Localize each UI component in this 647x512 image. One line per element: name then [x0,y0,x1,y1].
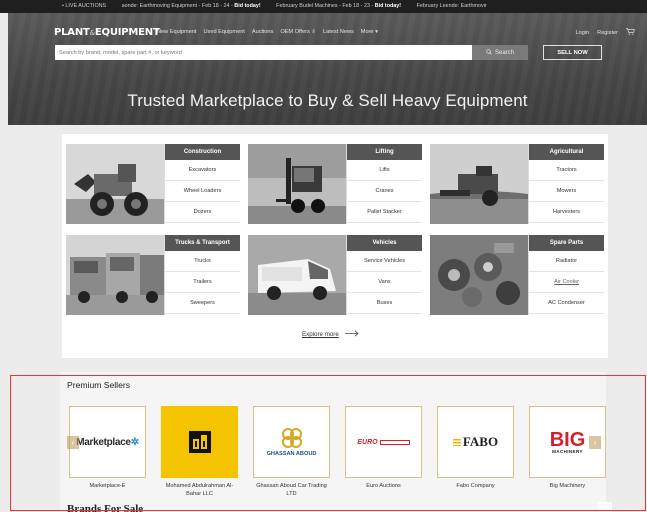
seller-name[interactable]: Big Machinery [528,482,608,490]
premium-sellers-title: Premium Sellers [67,380,131,390]
search-bar: Search SELL NOW [55,45,602,60]
subcategory-link[interactable]: Service Vehicles [347,251,422,272]
chevron-right-icon: › [593,438,597,447]
subcategory-link[interactable]: Lifts [347,160,422,181]
nav-auctions[interactable]: Auctions [252,29,273,35]
lifting-photo[interactable] [248,144,346,224]
subcategory-link[interactable]: Pallet Stacker [347,202,422,223]
seller-name[interactable]: Euro Auctions [344,482,424,490]
subcategory-link[interactable]: AC Condenser [529,293,604,314]
search-icon [486,48,492,57]
subcategory-link[interactable]: Mowers [529,181,604,202]
ticker-item[interactable]: aonde: Earthmoving Equipment - Feb 18 - … [122,3,261,9]
seller-name[interactable]: Fabo Company [436,482,516,490]
category-title[interactable]: Lifting [347,144,422,160]
seller-card[interactable]: EURO Euro Auctions [345,406,422,498]
premium-sellers-carousel: Marketplace✲ Marketplace-E Mohamed Abdul… [69,406,606,498]
agricultural-photo[interactable] [430,144,528,224]
hero-header: PLANT&EQUIPMENT New Equipment Used Equip… [8,13,647,125]
seller-card[interactable]: FABO Fabo Company [437,406,514,498]
lifting-menu: Lifting Lifts Cranes Pallet Stacker [346,144,422,224]
arrow-right-icon [344,330,359,339]
category-construction: Construction Excavators Wheel Loaders Do… [66,144,240,224]
nav-more[interactable]: More ▾ [361,29,378,35]
search-button[interactable]: Search [472,45,528,60]
seller-card[interactable]: BIG MACHINERY Big Machinery [529,406,606,498]
subcategory-link[interactable]: Trucks [165,251,240,272]
ticker-prefix: • LIVE AUCTIONS [62,3,107,9]
trucks-menu: Trucks & Transport Trucks Trailers Sweep… [164,235,240,315]
site-logo[interactable]: PLANT&EQUIPMENT [54,27,160,38]
category-title[interactable]: Vehicles [347,235,422,251]
subcategory-link[interactable]: Wheel Loaders [165,181,240,202]
seller-logo[interactable]: Marketplace✲ [69,406,146,478]
ticker-item[interactable]: February Budel Machines - Feb 18 - 23 - … [276,3,401,9]
hero-tagline: Trusted Marketplace to Buy & Sell Heavy … [127,91,528,110]
subcategory-link[interactable]: Cranes [347,181,422,202]
subcategory-link[interactable]: Sweepers [165,293,240,314]
construction-photo[interactable] [66,144,164,224]
category-spare-parts: Spare Parts Radiator Air Cooler AC Conde… [430,235,604,315]
chevron-left-icon: ‹ [71,438,75,447]
category-title[interactable]: Trucks & Transport [165,235,240,251]
explore-more-link[interactable]: Explore more [302,330,359,339]
seller-logo[interactable]: GHASSAN ABOUD [253,406,330,478]
subcategory-link[interactable]: Air Cooler [529,272,604,293]
vehicles-menu: Vehicles Service Vehicles Vans Buses [346,235,422,315]
cart-icon[interactable] [626,28,635,37]
scroll-to-top-button[interactable] [598,502,612,512]
spare-parts-photo[interactable] [430,235,528,315]
seller-card[interactable]: GHASSAN ABOUD Ghassan Aboud Car Trading … [253,406,330,498]
seller-name[interactable]: Marketplace-E [68,482,148,490]
search-input[interactable] [55,45,472,60]
seller-logo-mark [281,428,302,448]
seller-logo[interactable]: EURO [345,406,422,478]
subcategory-link[interactable]: Buses [347,293,422,314]
subcategory-link[interactable]: Trailers [165,272,240,293]
auth-links: Login Register [575,28,635,37]
carousel-prev-button[interactable]: ‹ [67,436,79,449]
nav-used-equipment[interactable]: Used Equipment [204,29,245,35]
category-title[interactable]: Agricultural [529,144,604,160]
category-agricultural: Agricultural Tractors Mowers Harvesters [430,144,604,224]
subcategory-link[interactable]: Harvesters [529,202,604,223]
live-auctions-ticker[interactable]: • LIVE AUCTIONS aonde: Earthmoving Equip… [0,0,647,13]
ticker-item[interactable]: February Leende: Earthmovir [417,3,487,9]
trucks-photo[interactable] [66,235,164,315]
agricultural-menu: Agricultural Tractors Mowers Harvesters [528,144,604,224]
seller-logo[interactable] [161,406,238,478]
construction-menu: Construction Excavators Wheel Loaders Do… [164,144,240,224]
nav-oem-offers[interactable]: OEM Offers ⇩ [280,29,316,35]
seller-card[interactable]: Marketplace✲ Marketplace-E [69,406,146,498]
carousel-next-button[interactable]: › [589,436,601,449]
seller-card[interactable]: Mohamed Abdulrahman Al-Bahar LLC [161,406,238,498]
subcategory-link[interactable]: Dozers [165,202,240,223]
category-title[interactable]: Spare Parts [529,235,604,251]
brands-for-sale-heading: Brands For Sale [67,503,144,512]
subcategory-link[interactable]: Radiator [529,251,604,272]
nav-new-equipment[interactable]: New Equipment [157,29,197,35]
category-vehicles: Vehicles Service Vehicles Vans Buses [248,235,422,315]
seller-name[interactable]: Mohamed Abdulrahman Al-Bahar LLC [160,482,240,498]
login-link[interactable]: Login [575,30,589,36]
categories-panel: Construction Excavators Wheel Loaders Do… [62,134,608,358]
seller-name[interactable]: Ghassan Aboud Car Trading LTD [252,482,332,498]
nav-latest-news[interactable]: Latest News [323,29,354,35]
category-lifting: Lifting Lifts Cranes Pallet Stacker [248,144,422,224]
main-nav: New Equipment Used Equipment Auctions OE… [157,29,378,35]
subcategory-link[interactable]: Tractors [529,160,604,181]
category-trucks-transport: Trucks & Transport Trucks Trailers Sweep… [66,235,240,315]
category-title[interactable]: Construction [165,144,240,160]
subcategory-link[interactable]: Vans [347,272,422,293]
spare-parts-menu: Spare Parts Radiator Air Cooler AC Conde… [528,235,604,315]
seller-logo-mark [188,431,211,453]
seller-logo[interactable]: FABO [437,406,514,478]
sell-now-button[interactable]: SELL NOW [543,45,602,60]
subcategory-link[interactable]: Excavators [165,160,240,181]
vehicles-photo[interactable] [248,235,346,315]
register-link[interactable]: Register [597,30,618,36]
